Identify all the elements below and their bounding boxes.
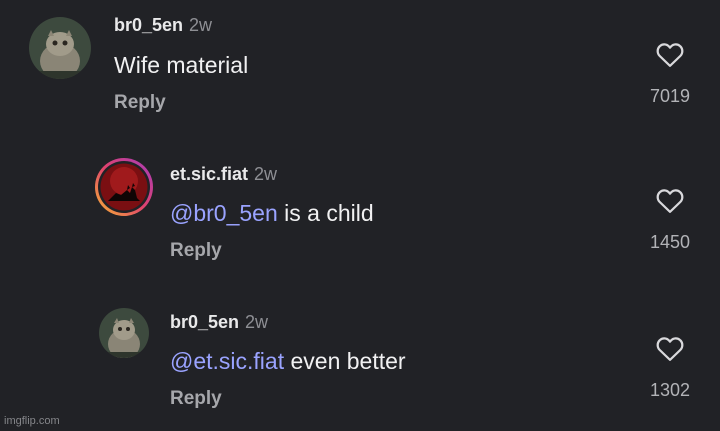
like-count: 7019 (649, 86, 691, 106)
username-label[interactable]: br0_5en (114, 15, 183, 35)
heart-outline-icon[interactable] (655, 334, 685, 362)
mention-link[interactable]: @et.sic.fiat (170, 348, 284, 374)
comment-thread: br0_5en 2w Wife material Reply 7019 et.s… (0, 0, 720, 431)
username-label[interactable]: br0_5en (170, 312, 239, 332)
watermark: imgflip.com (4, 415, 60, 427)
like-count: 1450 (649, 232, 691, 252)
comment-2: et.sic.fiat 2w @br0_5en is a child Reply … (0, 140, 720, 290)
comment-text: @br0_5en is a child (170, 200, 374, 227)
reply-button[interactable]: Reply (170, 388, 222, 410)
heart-outline-icon[interactable] (655, 40, 685, 68)
like-button[interactable]: 1302 (640, 334, 700, 401)
heart-outline-icon[interactable] (655, 186, 685, 214)
avatar[interactable] (29, 17, 91, 79)
comment-1: br0_5en 2w Wife material Reply 7019 (0, 0, 720, 140)
timestamp: 2w (245, 312, 269, 332)
cat-photo-icon (99, 308, 149, 358)
mention-link[interactable]: @br0_5en (170, 200, 278, 226)
comment-body: Wife material (114, 52, 249, 78)
avatar[interactable] (99, 308, 149, 358)
username-label[interactable]: et.sic.fiat (170, 164, 248, 184)
reply-button[interactable]: Reply (114, 92, 166, 114)
cat-photo-icon (29, 17, 91, 79)
comment-3: br0_5en 2w @et.sic.fiat even better Reply… (0, 290, 720, 431)
comment-text: @et.sic.fiat even better (170, 348, 406, 375)
username[interactable]: br0_5en 2w (170, 312, 268, 333)
timestamp: 2w (189, 15, 213, 35)
like-button[interactable]: 7019 (640, 40, 700, 107)
comment-text: Wife material (114, 52, 248, 79)
comment-body: even better (290, 348, 406, 374)
reply-button[interactable]: Reply (170, 240, 222, 262)
like-button[interactable]: 1450 (640, 186, 700, 253)
username[interactable]: br0_5en 2w (114, 15, 212, 36)
timestamp: 2w (254, 164, 278, 184)
avatar[interactable] (94, 157, 154, 217)
comment-body: is a child (284, 200, 374, 226)
username[interactable]: et.sic.fiat 2w (170, 164, 277, 185)
story-ring-cat-silhouette-icon (95, 158, 153, 216)
like-count: 1302 (649, 380, 691, 400)
